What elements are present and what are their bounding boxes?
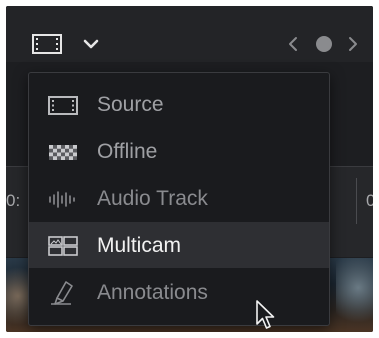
viewer-panel: 0: 0 Source Offline Audio Track Multicam… (6, 6, 373, 332)
menu-item-label: Multicam (97, 234, 182, 257)
viewer-toolbar (6, 6, 373, 62)
chevron-right-icon[interactable] (345, 35, 361, 53)
pen-icon (51, 281, 73, 305)
chevron-down-icon[interactable] (82, 35, 100, 53)
menu-item-source[interactable]: Source (29, 81, 329, 127)
film-clip-icon (48, 96, 78, 115)
menu-item-label: Source (97, 93, 164, 116)
video-highlight (336, 258, 373, 332)
waveform-icon (49, 191, 75, 208)
dot-icon[interactable] (316, 36, 332, 52)
menu-item-label: Audio Track (97, 187, 208, 210)
chevron-left-icon[interactable] (285, 35, 301, 53)
menu-item-annotations[interactable]: Annotations (29, 269, 329, 315)
menu-item-multicam[interactable]: Multicam (29, 222, 329, 268)
multicam-grid-icon (48, 236, 78, 256)
menu-item-audio-track[interactable]: Audio Track (29, 175, 329, 221)
ruler-tick (356, 178, 357, 224)
checker-icon (49, 145, 77, 160)
timecode-right: 0 (366, 191, 373, 210)
menu-item-label: Annotations (97, 281, 208, 304)
menu-item-label: Offline (97, 140, 158, 163)
film-clip-icon[interactable] (32, 34, 62, 54)
timecode-left: 0: (6, 191, 21, 210)
viewer-mode-menu: Source Offline Audio Track Multicam Anno… (28, 72, 330, 329)
menu-item-offline[interactable]: Offline (29, 128, 329, 174)
mouse-cursor-icon (256, 300, 275, 329)
